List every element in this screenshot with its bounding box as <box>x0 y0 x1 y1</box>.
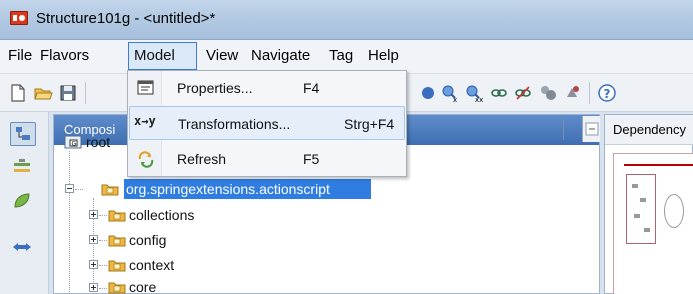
menu-model-label: Model <box>134 47 175 64</box>
package-folder-icon <box>108 282 126 294</box>
window-title: Structure101g - <untitled>* <box>36 10 216 27</box>
graph-node <box>640 198 646 202</box>
layers-button[interactable] <box>10 157 36 181</box>
tree-connector <box>99 215 107 216</box>
unlink-icon[interactable] <box>513 83 533 103</box>
link-icon[interactable] <box>489 83 509 103</box>
toolbar-separator <box>589 82 590 104</box>
left-right-arrows-icon <box>13 243 31 251</box>
graph-node <box>644 228 650 232</box>
layers-icon <box>14 159 30 172</box>
graph-cycle <box>664 194 684 228</box>
menu-flavors[interactable]: Flavors <box>40 47 89 64</box>
tree-item-label[interactable]: context <box>129 257 174 273</box>
help-icon[interactable]: ? <box>597 83 617 103</box>
menu-tag[interactable]: Tag <box>329 47 353 64</box>
left-toolbar <box>0 112 49 294</box>
panel-control-area <box>582 116 600 142</box>
pin-icon[interactable] <box>562 83 582 103</box>
open-folder-icon[interactable] <box>33 83 53 103</box>
graph-cluster <box>626 174 656 244</box>
tree-item-label: org.springextensions.actionscript <box>126 181 330 197</box>
composition-view-button[interactable] <box>10 122 36 146</box>
svg-text:x: x <box>453 96 457 103</box>
package-folder-icon <box>108 235 126 247</box>
new-file-icon[interactable] <box>8 83 28 103</box>
dependency-tab-label: Dependency <box>613 122 686 137</box>
menu-navigate[interactable]: Navigate <box>251 47 310 64</box>
menu-item-shortcut: F4 <box>303 80 320 96</box>
package-folder-icon <box>108 260 126 272</box>
menu-item-shortcut: Strg+F4 <box>344 116 395 132</box>
svg-text:G: G <box>72 141 77 148</box>
menu-item-shortcut: F5 <box>303 151 320 167</box>
graph-node <box>634 214 640 218</box>
app-logo-icon <box>10 11 28 25</box>
properties-icon <box>137 80 154 95</box>
menu-item-label: Properties... <box>177 80 253 96</box>
menu-item-properties[interactable]: Properties... F4 <box>129 71 405 105</box>
graph-edge <box>624 164 693 166</box>
root-package-icon: G <box>64 135 82 149</box>
tree-collapse-toggle[interactable] <box>65 184 74 193</box>
tree-expand-toggle[interactable] <box>89 210 98 219</box>
tree-expand-toggle[interactable] <box>89 260 98 269</box>
graph-node <box>632 184 638 188</box>
tree-item-selected[interactable]: org.springextensions.actionscript <box>124 179 371 199</box>
tree-view-icon <box>16 127 30 140</box>
package-folder-icon <box>108 210 126 222</box>
tree-item-label[interactable]: core <box>129 279 156 294</box>
leaf-button[interactable] <box>10 190 36 214</box>
svg-text:?: ? <box>604 87 611 101</box>
tree-expand-toggle[interactable] <box>89 283 98 292</box>
transformations-icon: x→y <box>134 114 156 128</box>
menu-item-refresh[interactable]: Refresh F5 <box>129 142 405 176</box>
leaf-icon <box>14 193 30 208</box>
dependency-tab[interactable]: Dependency <box>605 115 693 145</box>
group-icon[interactable] <box>538 83 558 103</box>
menu-model[interactable]: Model <box>128 42 197 70</box>
toolbar-separator <box>85 82 86 104</box>
tree-connector <box>99 240 107 241</box>
menu-item-label: Transformations... <box>178 116 291 132</box>
tree-item-label[interactable]: config <box>129 232 166 248</box>
package-folder-icon <box>101 184 119 196</box>
refresh-icon <box>138 151 154 168</box>
menu-view[interactable]: View <box>206 47 238 64</box>
title-bar: Structure101g - <untitled>* <box>0 0 693 40</box>
menu-item-transformations[interactable]: x→y Transformations... Strg+F4 <box>129 106 405 140</box>
minimize-panel-icon[interactable] <box>584 121 600 137</box>
panel-divider <box>563 118 564 140</box>
menu-file[interactable]: File <box>8 47 32 64</box>
model-dropdown-menu: Properties... F4 x→y Transformations... … <box>127 70 407 177</box>
tree-item-label[interactable]: collections <box>129 207 194 223</box>
save-icon[interactable] <box>58 83 78 103</box>
svg-text:xx: xx <box>475 96 483 103</box>
find-icon[interactable] <box>418 83 438 103</box>
tree-connector <box>99 288 107 289</box>
dependency-panel: Dependency <box>604 114 693 294</box>
tree-root-label[interactable]: root <box>86 134 110 150</box>
tree-guide-line <box>69 151 70 294</box>
find-x-icon[interactable]: x <box>440 83 460 103</box>
find-xx-icon[interactable]: xx <box>464 83 484 103</box>
tree-expand-toggle[interactable] <box>89 235 98 244</box>
dependency-graph[interactable] <box>613 153 693 294</box>
tree-connector <box>99 265 107 266</box>
menu-item-label: Refresh <box>177 151 227 167</box>
menu-help[interactable]: Help <box>368 47 399 64</box>
tree-connector <box>75 189 83 190</box>
arrows-button[interactable] <box>10 237 36 261</box>
